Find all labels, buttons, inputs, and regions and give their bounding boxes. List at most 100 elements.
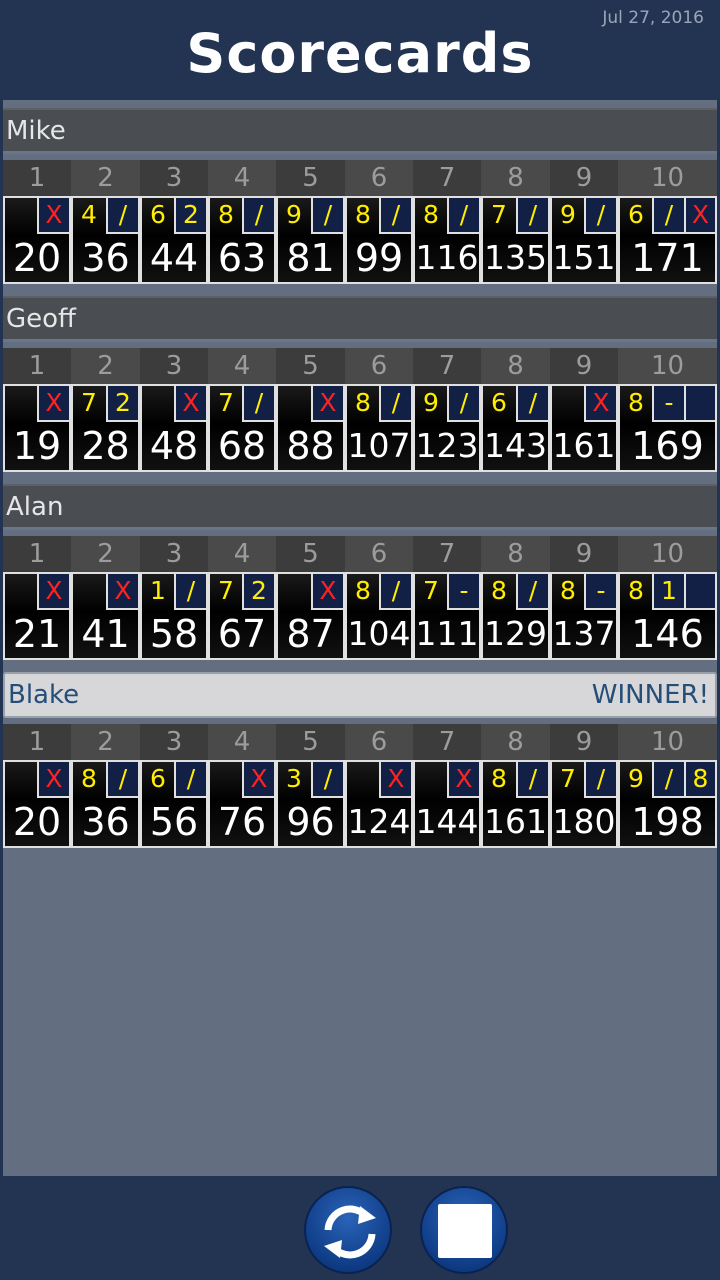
restart-button[interactable] (304, 1186, 392, 1274)
roll-mark: 8 (491, 576, 507, 605)
frame-number: 2 (71, 724, 140, 760)
frame-cell: 8-169 (618, 384, 717, 472)
frame-cell: 9 / 151 (550, 196, 618, 284)
roll-mark: - (584, 574, 616, 610)
frame-cell: X 21 (3, 572, 71, 660)
roll-mark: 6 (628, 200, 644, 229)
frame-total: 44 (149, 236, 199, 280)
roll-mark: / (242, 386, 274, 422)
frame-number: 4 (208, 160, 276, 196)
frame-number: 1 (3, 348, 71, 384)
scorecard-mike: Mike 1 X 20 2 4/36 3 6 2 44 4 8/63 5 9/81 6 8/99 7 8/116 8… (3, 108, 717, 286)
frame-number: 5 (276, 160, 345, 196)
roll-mark: X (584, 386, 616, 422)
frame-number: 3 (140, 348, 208, 384)
frame-total: 151 (552, 238, 616, 277)
frame-total: 137 (552, 614, 616, 653)
frame-total: 124 (347, 802, 411, 841)
frame-number: 5 (276, 536, 345, 572)
roll-mark (142, 386, 174, 422)
roll-mark: X (37, 574, 69, 610)
roll-mark: 8 (218, 200, 234, 229)
roll-mark: 2 (242, 574, 274, 610)
frame-total: 68 (217, 424, 267, 468)
frame-cell: 7 / 180 (550, 760, 618, 848)
frame-total: 58 (149, 612, 199, 656)
roll-mark: / (516, 386, 548, 422)
frame-number: 9 (550, 348, 618, 384)
frame-number: 3 (140, 536, 208, 572)
frame-number: 7 (413, 536, 481, 572)
frame-cell: 9 / 123 (413, 384, 481, 472)
frame-cell: 6 / 143 (481, 384, 550, 472)
frame-number: 1 (3, 536, 71, 572)
frame-number: 7 (413, 724, 481, 760)
roll-mark: / (447, 386, 479, 422)
frame-cell: X 48 (140, 384, 208, 472)
frame-cell: 9 /81 (276, 196, 345, 284)
frame-cell: 9 /8 198 (618, 760, 717, 848)
roll-mark: / (174, 574, 206, 610)
frame-number: 10 (618, 160, 717, 196)
frame-total: 135 (484, 238, 547, 277)
scorecard-alan: Alan 1 X 21 2 X 41 3 1/58 4 7 2 67 5 X 87 6 8/104 7 7-111 8 8… (3, 484, 717, 662)
frame-total: 87 (286, 612, 335, 656)
frame-number: 5 (276, 724, 345, 760)
frame-number: 9 (550, 536, 618, 572)
frame-number: 7 (413, 348, 481, 384)
frame-total: 48 (149, 424, 199, 468)
frame-total: 88 (286, 424, 335, 468)
frame-cell: X 88 (276, 384, 345, 472)
frame-total: 41 (81, 612, 130, 656)
frame-cell: 3 /96 (276, 760, 345, 848)
roll-mark (552, 386, 584, 422)
roll-mark: 7 (218, 388, 234, 417)
roll-mark: 8 (628, 388, 644, 417)
frame-total: 81 (286, 236, 335, 280)
frame-cell: 8 / 104 (345, 572, 413, 660)
frame-number: 6 (345, 536, 413, 572)
stop-button[interactable] (420, 1186, 508, 1274)
frame-cell: 8 / 116 (413, 196, 481, 284)
frame-cell: 8 1 146 (618, 572, 717, 660)
frame-cell: X 20 (3, 760, 71, 848)
roll-mark: 9 (423, 388, 439, 417)
frame-total: 169 (631, 424, 704, 468)
frame-total: 36 (81, 800, 130, 844)
frame-number: 4 (208, 724, 276, 760)
roll-mark (684, 386, 715, 422)
frame-total: 171 (631, 236, 704, 280)
player-name-bar: Geoff (3, 296, 717, 342)
frame-total: 63 (217, 236, 267, 280)
roll-mark: X (37, 386, 69, 422)
frame-cell: 6 2 44 (140, 196, 208, 284)
frame-total: 21 (12, 612, 62, 656)
roll-mark (415, 762, 447, 798)
roll-mark (5, 198, 37, 234)
roll-mark: 8 (560, 576, 576, 605)
frame-number: 2 (71, 536, 140, 572)
roll-mark: 7 (491, 200, 507, 229)
scorecard-blake: Blake WINNER! 1 X 20 2 8/36 3 6/56 4 X 76 5 3/96 6 X 124… (3, 672, 717, 850)
roll-mark: 8 (628, 576, 644, 605)
frame-total: 67 (217, 612, 267, 656)
frame-number: 8 (481, 160, 550, 196)
roll-mark: / (242, 198, 274, 234)
roll-mark: 7 (423, 576, 439, 605)
roll-mark (5, 574, 37, 610)
frame-cell: 7 /68 (208, 384, 276, 472)
roll-mark: 4 (81, 200, 97, 229)
roll-mark: 7 (218, 576, 234, 605)
roll-mark: / (379, 198, 411, 234)
roll-mark: / (311, 762, 343, 798)
roll-mark: - (447, 574, 479, 610)
frame-cell: 1 /58 (140, 572, 208, 660)
roll-mark: 8 (355, 200, 371, 229)
roll-mark: / (652, 198, 684, 234)
roll-mark: 6 (491, 388, 507, 417)
roll-mark: 9 (286, 200, 302, 229)
roll-mark: 8 (423, 200, 439, 229)
roll-mark (5, 386, 37, 422)
frame-total: 36 (81, 236, 130, 280)
roll-mark: X (174, 386, 206, 422)
